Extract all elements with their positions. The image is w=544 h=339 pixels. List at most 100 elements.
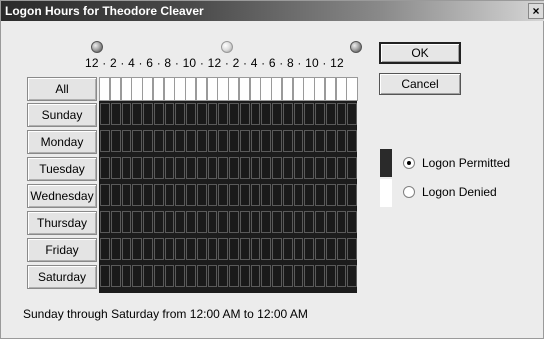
hour-cell[interactable]: [110, 130, 121, 152]
hour-cell[interactable]: [325, 157, 336, 179]
hour-cell[interactable]: [218, 265, 228, 287]
hour-column-header[interactable]: [292, 77, 304, 101]
hour-cell[interactable]: [100, 211, 110, 233]
hour-cell[interactable]: [261, 184, 271, 206]
hour-cell[interactable]: [100, 265, 110, 287]
hour-cell[interactable]: [315, 184, 325, 206]
hour-cell[interactable]: [229, 130, 239, 152]
hour-cell[interactable]: [336, 265, 347, 287]
hour-column-header[interactable]: [99, 77, 111, 101]
hour-cell[interactable]: [315, 130, 325, 152]
hour-cell[interactable]: [218, 103, 228, 125]
hour-cell[interactable]: [132, 211, 142, 233]
hour-cell[interactable]: [110, 103, 121, 125]
hour-cell[interactable]: [304, 211, 314, 233]
hour-cell[interactable]: [293, 103, 304, 125]
hour-cell[interactable]: [153, 103, 164, 125]
hour-cell[interactable]: [196, 184, 207, 206]
hour-cell[interactable]: [347, 265, 357, 287]
hour-cell[interactable]: [186, 211, 196, 233]
hour-cell[interactable]: [196, 130, 207, 152]
hour-cell[interactable]: [336, 211, 347, 233]
hour-column-header[interactable]: [238, 77, 250, 101]
hour-cell[interactable]: [282, 238, 293, 260]
hour-cell[interactable]: [143, 130, 153, 152]
hour-cell[interactable]: [143, 211, 153, 233]
hour-cell[interactable]: [121, 265, 132, 287]
hour-cell[interactable]: [100, 184, 110, 206]
hour-column-header[interactable]: [335, 77, 347, 101]
hour-cell[interactable]: [143, 238, 153, 260]
hour-cell[interactable]: [164, 157, 175, 179]
hour-cell[interactable]: [250, 103, 261, 125]
hour-cell[interactable]: [186, 103, 196, 125]
hour-column-header[interactable]: [217, 77, 229, 101]
hour-cell[interactable]: [336, 103, 347, 125]
select-all-button[interactable]: All: [27, 77, 97, 101]
hour-cell[interactable]: [175, 130, 185, 152]
hour-cell[interactable]: [315, 103, 325, 125]
cancel-button[interactable]: Cancel: [379, 73, 461, 95]
hour-cell[interactable]: [336, 238, 347, 260]
hour-cell[interactable]: [315, 238, 325, 260]
hour-cell[interactable]: [304, 157, 314, 179]
hour-cell[interactable]: [282, 211, 293, 233]
hour-cell[interactable]: [100, 238, 110, 260]
day-row-button-saturday[interactable]: Saturday: [27, 265, 97, 289]
hour-cell[interactable]: [207, 157, 218, 179]
hour-cell[interactable]: [336, 130, 347, 152]
hour-cell[interactable]: [207, 211, 218, 233]
hour-cell[interactable]: [293, 184, 304, 206]
hour-cell[interactable]: [175, 157, 185, 179]
hour-cell[interactable]: [239, 238, 250, 260]
hour-cell[interactable]: [336, 184, 347, 206]
hour-cell[interactable]: [229, 184, 239, 206]
hour-cell[interactable]: [218, 184, 228, 206]
hour-cell[interactable]: [175, 211, 185, 233]
hour-cell[interactable]: [164, 238, 175, 260]
close-button[interactable]: ×: [528, 3, 544, 19]
hour-cell[interactable]: [272, 130, 282, 152]
hour-cell[interactable]: [121, 130, 132, 152]
hour-cell[interactable]: [325, 265, 336, 287]
hour-cell[interactable]: [229, 265, 239, 287]
hour-cell[interactable]: [196, 211, 207, 233]
hour-column-header[interactable]: [109, 77, 121, 101]
hour-cell[interactable]: [250, 265, 261, 287]
hour-cell[interactable]: [143, 265, 153, 287]
hour-cell[interactable]: [132, 265, 142, 287]
hour-cell[interactable]: [153, 184, 164, 206]
hour-column-header[interactable]: [120, 77, 132, 101]
day-row-button-sunday[interactable]: Sunday: [27, 103, 97, 127]
hour-cell[interactable]: [304, 184, 314, 206]
hour-cell[interactable]: [250, 157, 261, 179]
hour-column-header[interactable]: [206, 77, 218, 101]
hour-cell[interactable]: [347, 157, 357, 179]
hour-cell[interactable]: [153, 157, 164, 179]
hour-cell[interactable]: [175, 103, 185, 125]
hour-cell[interactable]: [272, 184, 282, 206]
hour-cell[interactable]: [261, 157, 271, 179]
hour-cell[interactable]: [304, 130, 314, 152]
hour-cell[interactable]: [100, 157, 110, 179]
hour-cell[interactable]: [207, 265, 218, 287]
hour-cell[interactable]: [325, 103, 336, 125]
hour-cell[interactable]: [110, 184, 121, 206]
hour-cell[interactable]: [347, 130, 357, 152]
hour-cell[interactable]: [272, 103, 282, 125]
hour-cell[interactable]: [229, 157, 239, 179]
hour-cell[interactable]: [153, 238, 164, 260]
hour-cell[interactable]: [261, 103, 271, 125]
hour-cell[interactable]: [143, 157, 153, 179]
hour-cell[interactable]: [218, 238, 228, 260]
hour-cell[interactable]: [100, 130, 110, 152]
hour-cell[interactable]: [304, 103, 314, 125]
hour-cell[interactable]: [196, 265, 207, 287]
hour-column-header[interactable]: [195, 77, 207, 101]
hour-column-header[interactable]: [324, 77, 336, 101]
hour-cell[interactable]: [315, 157, 325, 179]
hour-column-header[interactable]: [185, 77, 197, 101]
hour-cell[interactable]: [325, 130, 336, 152]
hour-cell[interactable]: [186, 265, 196, 287]
hour-cell[interactable]: [239, 157, 250, 179]
